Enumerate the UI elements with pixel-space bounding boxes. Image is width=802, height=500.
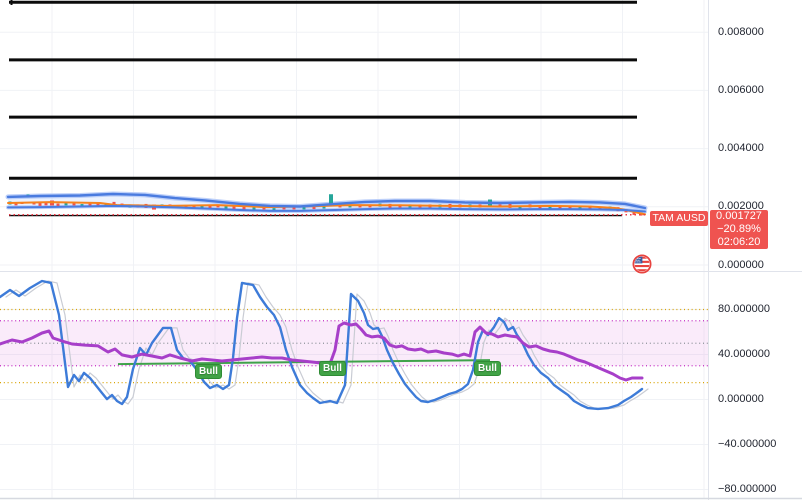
- bar-countdown: 02:06:20: [717, 236, 761, 248]
- axis-tick-label: 0.008000: [718, 25, 764, 38]
- bull-signal-label: Bull: [195, 364, 222, 379]
- axis-tick-label: 0.000000: [718, 393, 764, 405]
- price-change-percent: −20.89%: [717, 223, 761, 235]
- mini-candle: [329, 194, 333, 205]
- axis-tick-label: 0.000000: [718, 258, 764, 271]
- axis-tick-label: 40.000000: [718, 348, 770, 360]
- symbol-label: TAM AUSD: [650, 211, 708, 226]
- axis-tick-label: 0.004000: [718, 142, 764, 155]
- axis-tick-label: 80.000000: [718, 303, 770, 315]
- bull-signal-label: Bull: [474, 361, 501, 376]
- last-price: 0.001727: [716, 210, 762, 222]
- price-badge: 0.001727 −20.89% 02:06:20: [710, 210, 768, 249]
- level-anchor-notch: [10, 0, 13, 5]
- chart-root: 0.008000 0.006000 0.004000 0.002000 0.000000…: [0, 0, 802, 500]
- chart-canvas[interactable]: [0, 0, 802, 500]
- axis-tick-label: −80.000000: [718, 483, 777, 495]
- axis-tick-label: −40.000000: [718, 438, 777, 450]
- mini-candle: [272, 208, 276, 211]
- us-flag-event-icon[interactable]: [632, 254, 652, 274]
- axis-tick-label: 0.006000: [718, 83, 764, 96]
- bull-signal-label: Bull: [319, 361, 346, 376]
